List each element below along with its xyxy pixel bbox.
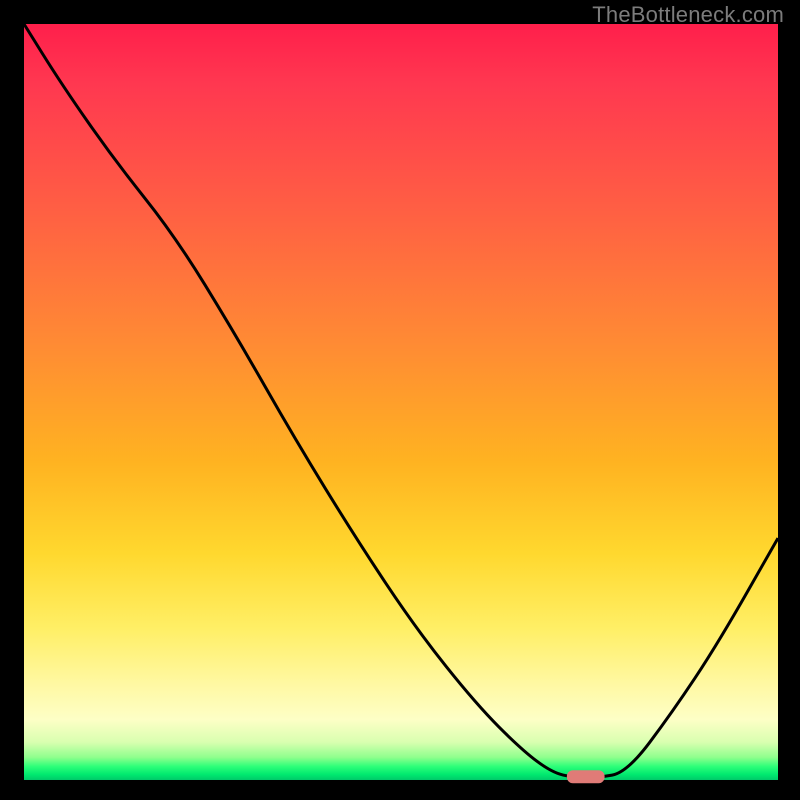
- bottleneck-curve: [24, 24, 778, 778]
- optimal-point-marker: [567, 770, 605, 783]
- curve-layer: [24, 24, 778, 780]
- plot-area: [24, 24, 778, 780]
- chart-frame: TheBottleneck.com: [0, 0, 800, 800]
